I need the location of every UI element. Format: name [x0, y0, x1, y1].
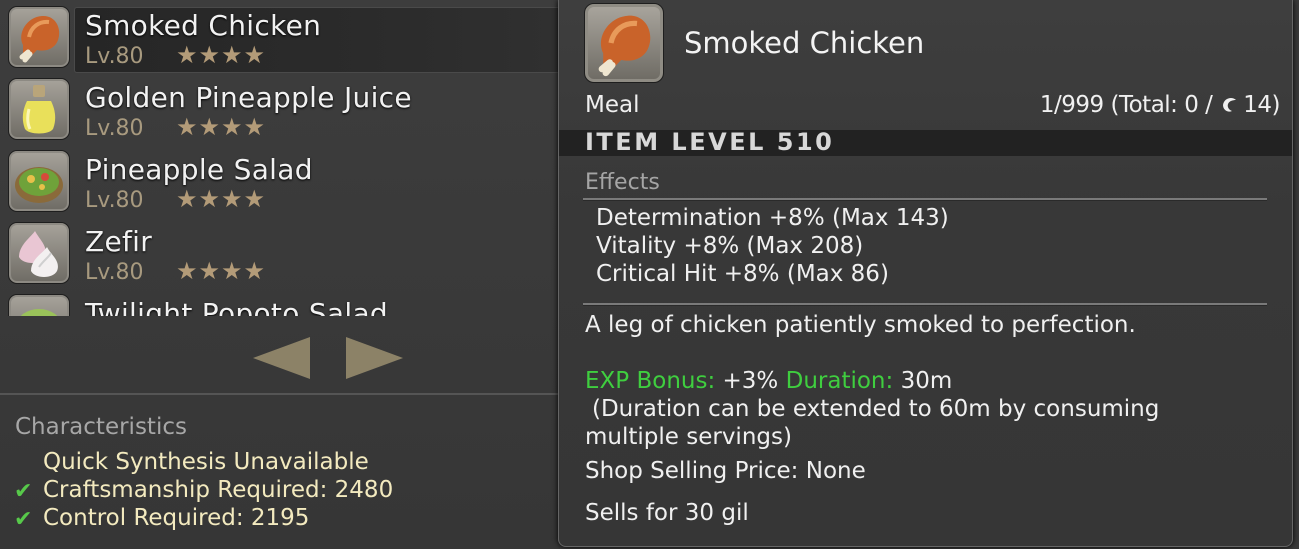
star-rating: ★★★★ — [176, 41, 267, 69]
bonus-line: EXP Bonus: +3% Duration: 30m — [585, 368, 952, 394]
shop-selling-price: Shop Selling Price: None — [585, 458, 866, 484]
list-item[interactable]: Zefir Lv.80 ★★★★ — [0, 216, 560, 288]
item-name: Twilight Popoto Salad — [85, 297, 388, 316]
item-name: Golden Pineapple Juice — [85, 81, 412, 114]
item-name: Smoked Chicken — [85, 9, 322, 42]
previous-page-arrow-icon[interactable] — [253, 337, 310, 379]
next-page-arrow-icon[interactable] — [346, 337, 403, 379]
high-quality-icon — [1223, 97, 1237, 112]
star-rating: ★★★★ — [176, 257, 267, 285]
effect-line: Vitality +8% (Max 208) — [596, 233, 864, 259]
item-description: A leg of chicken patiently smoked to per… — [585, 312, 1136, 338]
checkmark-icon: ✔ — [14, 507, 33, 532]
duration-note: multiple servings) — [585, 424, 792, 450]
sells-for: Sells for 30 gil — [585, 500, 749, 526]
recipe-list[interactable]: Smoked Chicken Lv.80 ★★★★ Golden Pineapp… — [0, 0, 560, 316]
effects-title: Effects — [585, 170, 660, 195]
item-name: Pineapple Salad — [85, 153, 313, 186]
tooltip-item-name: Smoked Chicken — [684, 26, 925, 60]
duration-value: 30m — [900, 368, 953, 394]
divider — [583, 198, 1267, 201]
exp-bonus-value: +3% — [722, 368, 779, 394]
list-item[interactable]: Golden Pineapple Juice Lv.80 ★★★★ — [0, 72, 560, 144]
duration-note: (Duration can be extended to 60m by cons… — [592, 396, 1160, 422]
effect-line: Determination +8% (Max 143) — [596, 205, 949, 231]
checkmark-icon: ✔ — [14, 479, 33, 504]
characteristic-line: Control Required: 2195 — [43, 505, 310, 531]
item-tooltip: Smoked Chicken Meal 1/999 (Total: 0 / 14… — [558, 0, 1293, 547]
star-rating: ★★★★ — [176, 185, 267, 213]
list-item[interactable]: Pineapple Salad Lv.80 ★★★★ — [0, 144, 560, 216]
pineapple-salad-icon — [8, 150, 70, 212]
characteristic-line: Quick Synthesis Unavailable — [43, 449, 369, 475]
item-level-text: ITEM LEVEL 510 — [585, 128, 835, 156]
zefir-icon — [8, 222, 70, 284]
item-level: Lv.80 — [85, 188, 144, 213]
count-suffix: 14) — [1243, 92, 1280, 118]
smoked-chicken-icon — [8, 6, 70, 68]
divider — [0, 393, 560, 395]
star-rating: ★★★★ — [176, 113, 267, 141]
item-level: Lv.80 — [85, 44, 144, 69]
characteristics-title: Characteristics — [15, 414, 187, 440]
characteristic-line: Craftsmanship Required: 2480 — [43, 477, 394, 503]
count-prefix: 1/999 (Total: 0 / — [1039, 92, 1213, 118]
item-category: Meal — [585, 92, 640, 118]
recipe-list-panel: Smoked Chicken Lv.80 ★★★★ Golden Pineapp… — [0, 0, 560, 549]
exp-bonus-label: EXP Bonus: — [585, 368, 716, 394]
effect-line: Critical Hit +8% (Max 86) — [596, 261, 889, 287]
smoked-chicken-icon — [584, 3, 664, 83]
item-level: Lv.80 — [85, 116, 144, 141]
popoto-salad-icon — [8, 294, 70, 316]
item-level: Lv.80 — [85, 260, 144, 285]
item-name: Zefir — [85, 225, 153, 258]
list-item[interactable]: Smoked Chicken Lv.80 ★★★★ — [0, 0, 560, 73]
list-item[interactable]: Twilight Popoto Salad — [0, 288, 560, 316]
pineapple-juice-icon — [8, 78, 70, 140]
duration-label: Duration: — [785, 368, 894, 394]
item-count: 1/999 (Total: 0 / 14) — [1039, 92, 1281, 118]
divider — [583, 303, 1267, 306]
